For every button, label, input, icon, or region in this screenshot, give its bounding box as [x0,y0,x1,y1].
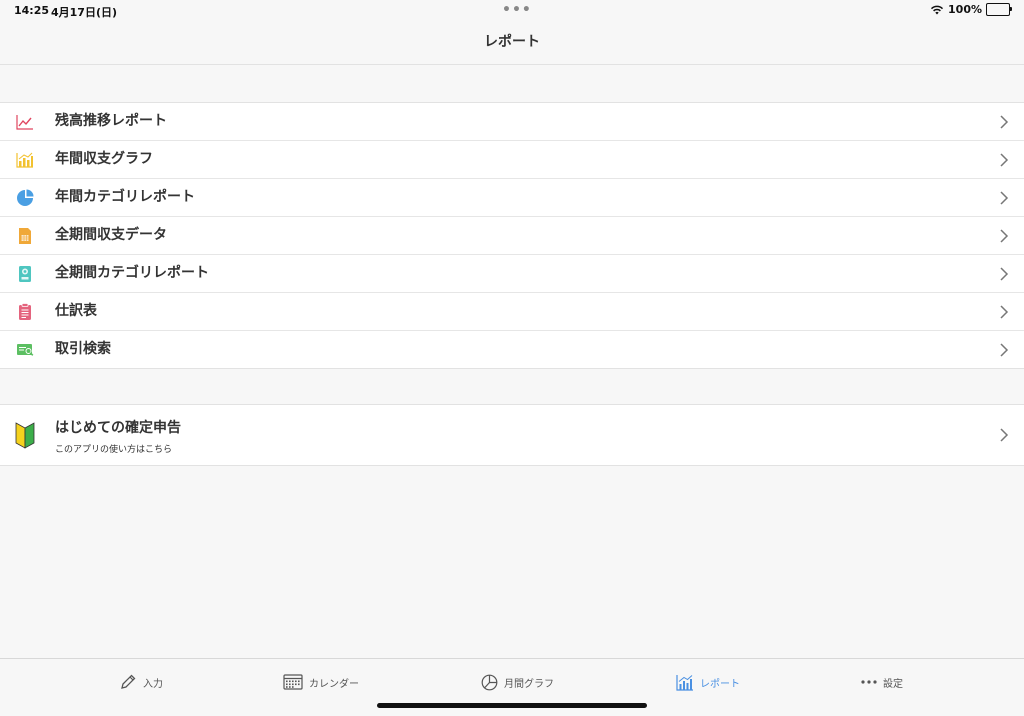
tab-calendar[interactable]: カレンダー [283,671,359,693]
status-bar: 14:25 4月17日(日) ••• 100% [0,0,1024,20]
menu-item-label: 全期間収支データ [55,227,167,243]
menu-item-all-period-category[interactable]: 全期間カテゴリレポート [0,255,1024,293]
tab-label: カレンダー [309,678,359,690]
menu-item-journal[interactable]: 仕訳表 [0,293,1024,331]
menu-item-all-period-data[interactable]: 全期間収支データ [0,217,1024,255]
chevron-right-icon [1000,343,1009,357]
more-icon [861,680,877,684]
tab-label: 設定 [883,678,903,690]
tab-monthly-graph[interactable]: 月間グラフ [481,671,554,693]
status-time: 14:25 [14,4,50,17]
nav-bar: レポート [0,20,1024,65]
report-icon [676,674,693,691]
battery-icon [986,3,1012,16]
menu-item-beginner-guide[interactable]: はじめての確定申告 このアプリの使い方はこちら [0,405,1024,465]
menu-item-label: 残高推移レポート [55,113,167,129]
menu-item-annual-graph[interactable]: 年間収支グラフ [0,141,1024,179]
tab-label: レポート [700,678,740,690]
multitask-dots[interactable]: ••• [502,2,532,18]
chevron-right-icon [1000,191,1009,205]
tab-input[interactable]: 入力 [119,671,163,693]
menu-item-label: 年間収支グラフ [55,151,153,167]
guide-title: はじめての確定申告 [55,420,181,436]
line-chart-icon [16,115,33,130]
chevron-right-icon [1000,115,1009,129]
pencil-icon [121,674,136,689]
chevron-right-icon [1000,153,1009,167]
search-card-icon [17,344,34,356]
wifi-icon [930,5,944,14]
status-right: 100% [930,3,1012,16]
tab-label: 月間グラフ [504,678,554,690]
bar-chart-icon [16,152,33,168]
calendar-icon [283,674,303,690]
menu-item-transaction-search[interactable]: 取引検索 [0,331,1024,368]
pie-icon [481,674,498,690]
menu-item-annual-category[interactable]: 年間カテゴリレポート [0,179,1024,217]
menu-item-label: 取引検索 [55,341,111,357]
menu-item-label: 全期間カテゴリレポート [55,265,209,281]
badge-icon [19,266,31,282]
battery-percent: 100% [948,3,982,16]
guide-section: はじめての確定申告 このアプリの使い方はこちら [0,404,1024,466]
chevron-right-icon [1000,229,1009,243]
pie-chart-icon [17,189,34,206]
chevron-right-icon [1000,267,1009,281]
page-title: レポート [484,34,540,50]
chevron-right-icon [1000,305,1009,319]
menu-item-label: 年間カテゴリレポート [55,189,195,205]
menu-item-balance-report[interactable]: 残高推移レポート [0,103,1024,141]
beginner-mark-icon [15,422,35,449]
status-date: 4月17日(日) [51,6,118,19]
report-menu: 残高推移レポート 年間収支グラフ 年間カテゴリレポート 全期間収支データ 全期間… [0,102,1024,369]
guide-subtitle: このアプリの使い方はこちら [55,445,173,455]
tab-settings[interactable]: 設定 [861,671,903,693]
tab-label: 入力 [143,678,163,690]
tab-report[interactable]: レポート [676,671,740,693]
clipboard-icon [19,303,31,320]
home-indicator[interactable] [377,703,647,708]
document-icon [19,228,31,244]
chevron-right-icon [1000,428,1009,442]
menu-item-label: 仕訳表 [55,303,97,319]
